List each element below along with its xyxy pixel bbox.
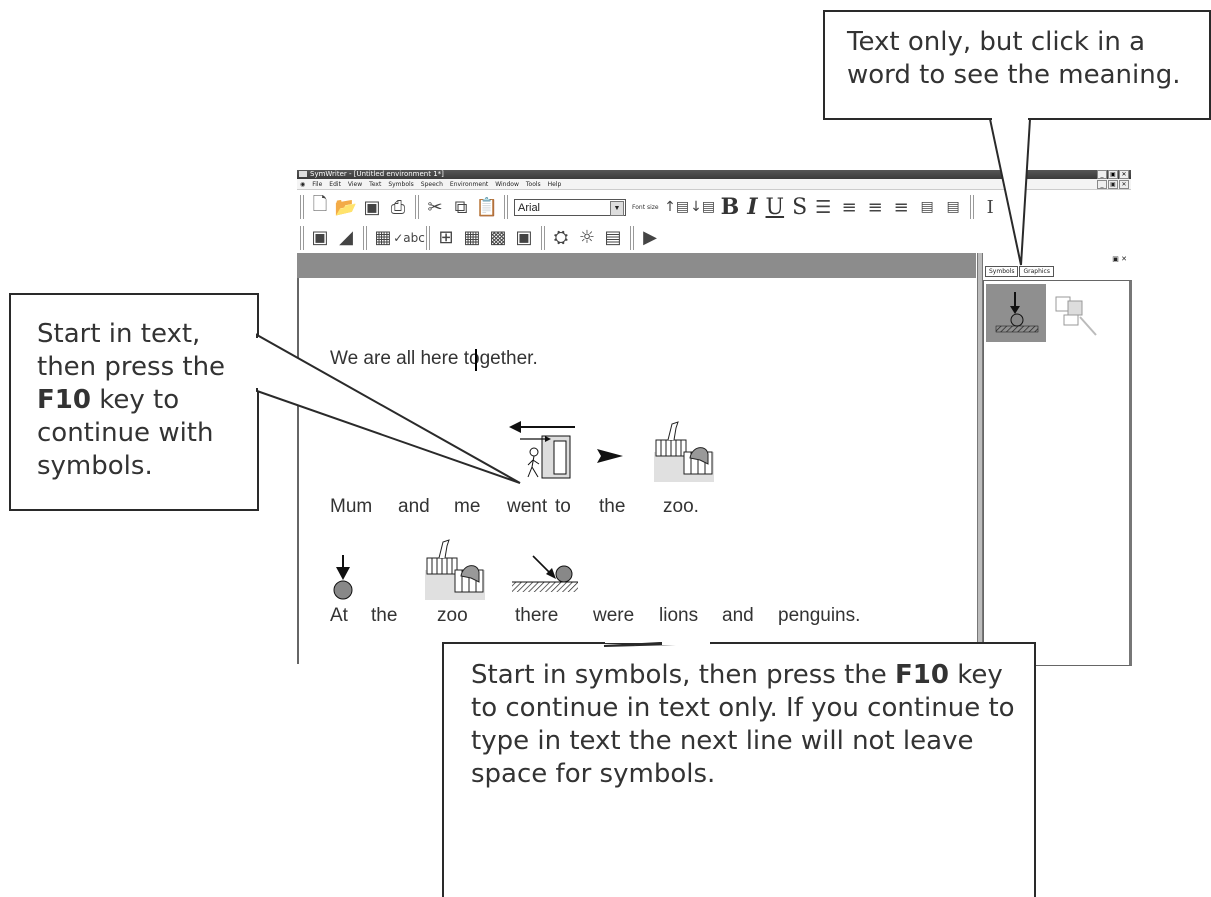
callout-left-key: F10 [37, 385, 91, 415]
callout-start-in-text: Start in text, then press the F10 key to… [9, 293, 259, 511]
to-symbol-icon [597, 449, 623, 463]
zoo-symbol-icon-2 [424, 539, 486, 601]
at-symbol-icon [333, 555, 353, 600]
callout-bottom-pre: Start in symbols, then press the [471, 660, 896, 690]
callout-top-text: Text only, but click in a word to see th… [847, 27, 1181, 90]
zoo-symbol-icon [653, 421, 715, 483]
went-symbol-icon [509, 421, 575, 479]
there-symbol-icon [512, 555, 578, 592]
callout-bottom-key: F10 [895, 660, 949, 690]
callout-text-only: Text only, but click in a word to see th… [823, 10, 1211, 120]
callout-start-in-symbols: Start in symbols, then press the F10 key… [442, 642, 1036, 897]
callout-left-pre: Start in text, then press the [37, 319, 226, 382]
